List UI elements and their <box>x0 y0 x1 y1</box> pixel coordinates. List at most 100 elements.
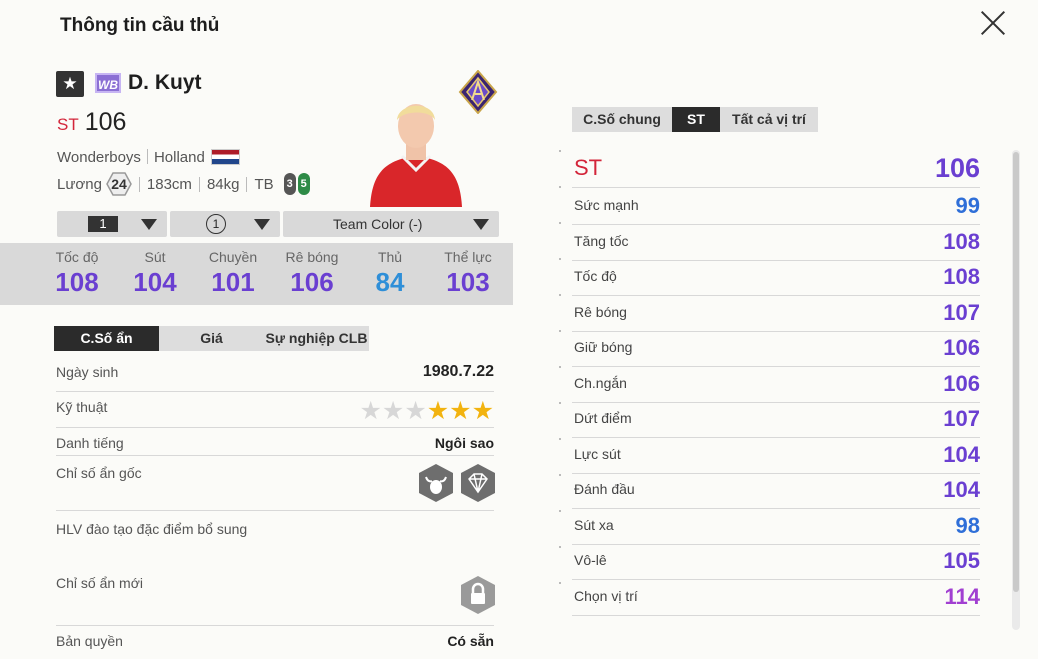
detail-row-license: Bản quyền Có sẵn <box>56 633 494 657</box>
player-physical: Lương 24 183cm 84kg TB 35 <box>57 172 312 196</box>
left-foot-value: 3 <box>283 173 296 195</box>
level-dropdown[interactable]: 1 <box>57 211 167 237</box>
position-ovr: ST 106 <box>57 108 126 137</box>
detail-value: Có sẵn <box>447 633 494 649</box>
attribute-value: 104 <box>943 441 980 467</box>
team-name: Wonderboys <box>57 149 141 166</box>
attribute-label: Chọn vị trí <box>574 587 638 604</box>
height-value: 183cm <box>146 175 192 193</box>
summary-stat: Rê bóng 106 <box>277 249 347 298</box>
attribute-label: Dứt điểm <box>574 410 632 426</box>
attribute-label: Rê bóng <box>574 303 627 320</box>
detail-label: Kỹ thuật <box>56 399 108 415</box>
right-foot-value: 5 <box>297 173 310 195</box>
detail-value: Ngôi sao <box>434 435 494 451</box>
position-label: ST <box>57 115 79 134</box>
attribute-value: 105 <box>943 548 980 573</box>
detail-row-hidden-traits: Chỉ số ẩn gốc <box>56 463 496 511</box>
summary-stats: Tốc độ 108 Sút 104 Chuyền 101 Rê bóng 106 Th… <box>0 243 513 305</box>
attribute-value: 106 <box>943 370 980 396</box>
player-portrait <box>370 104 462 207</box>
grade-dropdown[interactable]: 1 <box>170 211 280 237</box>
attribute-row: Sút xa 98 <box>572 509 980 545</box>
attribute-label: Vô-lê <box>574 552 607 568</box>
stat-label: Tốc độ <box>55 249 99 265</box>
summary-stat: Thủ 84 <box>355 249 425 298</box>
diamond-trait-icon[interactable] <box>460 463 496 503</box>
team-color-value: Team Color (-) <box>333 216 423 232</box>
level-value: 1 <box>88 216 118 232</box>
stat-value: 104 <box>133 267 177 297</box>
salary-label: Lương <box>57 175 102 193</box>
grade-value: 1 <box>206 214 226 234</box>
chevron-down-icon <box>473 219 489 230</box>
foot-icon: 35 <box>283 173 312 195</box>
stat-value: 103 <box>446 267 490 297</box>
player-name: D. Kuyt <box>128 71 202 94</box>
summary-stat: Thể lực 103 <box>433 249 503 298</box>
season-badge: WB <box>95 73 121 93</box>
position-rating-value: 106 <box>934 153 980 183</box>
tab-price[interactable]: Giá <box>159 326 264 351</box>
stat-label: Thể lực <box>444 249 492 265</box>
detail-row-new-traits: Chỉ số ẩn mới <box>56 575 496 626</box>
detail-row-skill: Kỹ thuật ★★★★★★ <box>56 397 494 428</box>
attribute-row: Lực sút 104 <box>572 438 980 474</box>
attribute-label: Ch.ngắn <box>574 374 627 391</box>
chevron-down-icon <box>141 219 157 230</box>
attribute-row: Tăng tốc 108 <box>572 225 980 261</box>
body-type: TB <box>254 175 274 193</box>
bull-trait-icon[interactable] <box>418 463 454 503</box>
tab-position-st[interactable]: ST <box>672 107 720 132</box>
summary-stat: Tốc độ 108 <box>42 249 112 298</box>
detail-label: Chỉ số ẩn gốc <box>56 465 142 481</box>
attribute-row: Giữ bóng 106 <box>572 331 980 367</box>
attribute-value: 107 <box>943 406 980 431</box>
attribute-value: 104 <box>943 477 980 502</box>
attribute-label: Tăng tốc <box>574 232 629 249</box>
detail-label: Chỉ số ẩn mới <box>56 575 143 591</box>
attribute-label: Đánh đầu <box>574 481 635 497</box>
position-rating-label: ST <box>574 155 603 180</box>
summary-stat: Chuyền 101 <box>198 249 268 298</box>
attribute-value: 108 <box>943 228 980 254</box>
attribute-value: 108 <box>943 264 980 289</box>
stat-value: 106 <box>290 267 334 297</box>
stat-label: Chuyền <box>208 249 258 265</box>
nation-name: Holland <box>153 149 205 166</box>
tab-club-career[interactable]: Sự nghiệp CLB <box>264 326 369 351</box>
attribute-row: Vô-lê 105 <box>572 544 980 580</box>
salary-hex-icon: 24 <box>106 172 132 196</box>
tab-all-positions[interactable]: Tất cả vị trí <box>720 107 818 132</box>
detail-label: Bản quyền <box>56 633 123 649</box>
stat-value: 108 <box>55 267 99 297</box>
stat-label: Sút <box>144 249 166 265</box>
left-tabs: C.Số ẩn Giá Sự nghiệp CLB <box>54 326 369 351</box>
row-markers <box>559 150 561 584</box>
tab-hidden-stats[interactable]: C.Số ẩn <box>54 326 159 351</box>
stat-label: Thủ <box>377 249 403 265</box>
attribute-value: 107 <box>943 299 980 325</box>
attribute-row: Rê bóng 107 <box>572 296 980 332</box>
attribute-row: Sức mạnh 99 <box>572 189 980 225</box>
detail-label: Ngày sinh <box>56 364 119 380</box>
attribute-label: Sút xa <box>574 516 614 533</box>
position-rating-row: ST 106 <box>572 153 980 188</box>
tab-general-stats[interactable]: C.Số chung <box>572 107 672 132</box>
favorite-star-icon[interactable]: ★ <box>56 71 84 97</box>
attribute-value: 98 <box>955 512 980 538</box>
attribute-label: Sức mạnh <box>574 197 639 213</box>
detail-row-trainer: HLV đào tạo đặc điểm bổ sung <box>56 521 494 561</box>
team-nation: Wonderboys Holland <box>57 149 240 166</box>
detail-label: HLV đào tạo đặc điểm bổ sung <box>56 521 248 537</box>
ovr-value: 106 <box>84 108 127 136</box>
lock-icon[interactable] <box>460 575 496 615</box>
detail-label: Danh tiếng <box>56 435 124 451</box>
close-icon[interactable] <box>978 8 1008 38</box>
scrollbar-thumb[interactable] <box>1013 152 1019 592</box>
attribute-row: Đánh đầu 104 <box>572 473 980 509</box>
team-color-dropdown[interactable]: Team Color (-) <box>283 211 499 237</box>
attribute-value: 99 <box>955 193 980 218</box>
attribute-row: Tốc độ 108 <box>572 260 980 296</box>
detail-row-birth: Ngày sinh 1980.7.22 <box>56 363 494 392</box>
